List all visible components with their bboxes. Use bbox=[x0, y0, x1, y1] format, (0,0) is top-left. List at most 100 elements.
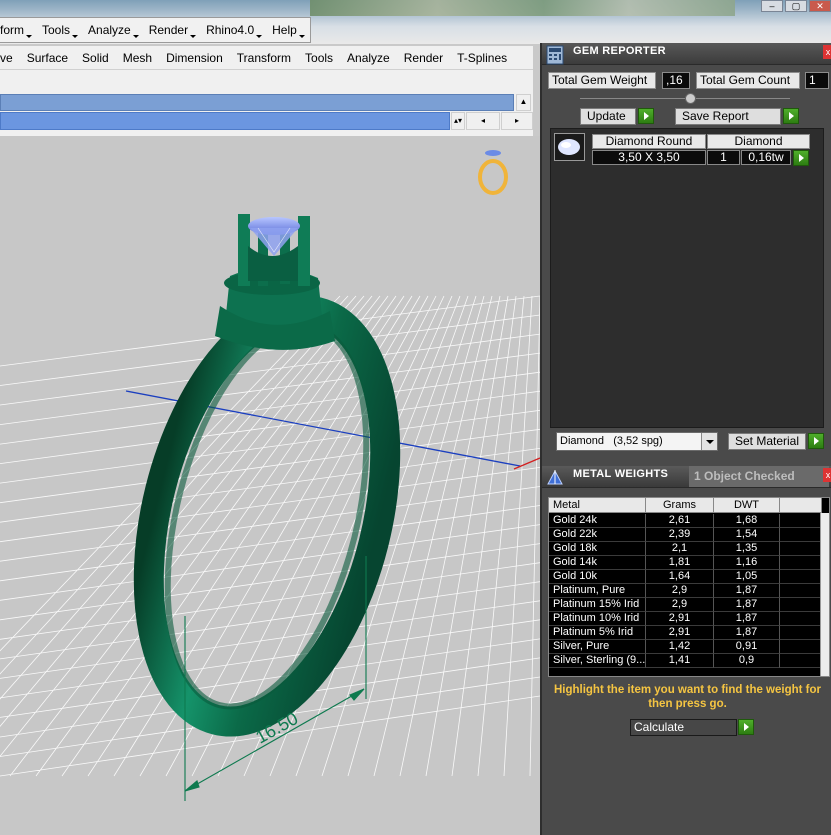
metal-name: Gold 14k bbox=[549, 556, 646, 570]
metal-weights-title: METAL WEIGHTS bbox=[573, 468, 669, 480]
menu-analyze-2[interactable]: Analyze bbox=[340, 51, 397, 65]
set-material-button[interactable]: Set Material bbox=[728, 433, 806, 450]
menu-tools[interactable]: Tools bbox=[36, 23, 82, 38]
menu-render[interactable]: Render bbox=[143, 23, 200, 38]
metal-extra-cell bbox=[780, 570, 822, 584]
metal-name: Gold 10k bbox=[549, 570, 646, 584]
menu-help[interactable]: Help bbox=[266, 23, 309, 38]
metal-grams: 2,91 bbox=[646, 612, 714, 626]
rhino-menu-bar: ve Surface Solid Mesh Dimension Transfor… bbox=[0, 46, 533, 70]
menu-surface[interactable]: Surface bbox=[20, 51, 75, 65]
metal-extra-cell bbox=[780, 640, 822, 654]
menu-form[interactable]: form bbox=[0, 23, 36, 38]
table-row[interactable]: Gold 10k 1,64 1,05 bbox=[549, 570, 822, 584]
table-row[interactable]: Gold 22k 2,39 1,54 bbox=[549, 528, 822, 542]
plugin-menu-bar: form Tools Analyze Render Rhino4.0 Help bbox=[0, 17, 311, 43]
gem-gizmo-icon[interactable] bbox=[478, 150, 508, 195]
spinner-icon[interactable]: ▴▾ bbox=[451, 112, 465, 130]
scroll-left-icon[interactable]: ◂ bbox=[466, 112, 500, 130]
column-header-metal[interactable]: Metal bbox=[549, 498, 646, 513]
metal-name: Platinum 15% Irid bbox=[549, 598, 646, 612]
metal-dwt: 0,9 bbox=[714, 654, 780, 668]
metal-table-scrollbar[interactable] bbox=[820, 513, 829, 676]
minimize-icon[interactable]: – bbox=[761, 0, 783, 12]
metal-grams: 2,9 bbox=[646, 598, 714, 612]
metal-grams: 1,42 bbox=[646, 640, 714, 654]
update-go-icon[interactable] bbox=[638, 108, 654, 124]
command-history-scroll[interactable]: ▲ bbox=[516, 94, 531, 111]
close-window-icon[interactable]: ✕ bbox=[809, 0, 831, 12]
gem-weight: 0,16tw bbox=[741, 150, 791, 165]
menu-transform[interactable]: Transform bbox=[230, 51, 298, 65]
gem-reporter-close-icon[interactable]: x bbox=[823, 45, 831, 59]
calculate-dropdown[interactable]: Calculate bbox=[630, 719, 737, 736]
column-header-blank bbox=[780, 498, 822, 513]
table-row[interactable]: Silver, Sterling (9... 1,41 0,9 bbox=[549, 654, 822, 668]
menu-t-splines[interactable]: T-Splines bbox=[450, 51, 514, 65]
material-dropdown-value: Diamond (3,52 spg) bbox=[560, 435, 663, 447]
metal-grams: 1,64 bbox=[646, 570, 714, 584]
menu-mesh[interactable]: Mesh bbox=[116, 51, 159, 65]
table-row[interactable]: Platinum 15% Irid 2,9 1,87 bbox=[549, 598, 822, 612]
gem-row-go-icon[interactable] bbox=[793, 150, 809, 166]
perspective-viewport[interactable]: 16.50 bbox=[0, 136, 540, 835]
menu-analyze[interactable]: Analyze bbox=[82, 23, 143, 38]
scroll-right-icon[interactable]: ▸ bbox=[501, 112, 533, 130]
viewport-scene: 16.50 bbox=[0, 150, 540, 801]
metal-grams: 1,41 bbox=[646, 654, 714, 668]
table-row[interactable]: Gold 24k 2,61 1,68 bbox=[549, 514, 822, 528]
metal-grams: 2,61 bbox=[646, 514, 714, 528]
metal-extra-cell bbox=[780, 598, 822, 612]
gem-list: Diamond Round Diamond 3,50 X 3,50 1 0,16… bbox=[550, 128, 824, 428]
update-button[interactable]: Update bbox=[580, 108, 636, 125]
restore-icon[interactable]: ▢ bbox=[785, 0, 807, 12]
command-prompt[interactable] bbox=[0, 112, 450, 130]
collapse-handle-icon[interactable] bbox=[685, 93, 696, 104]
metal-name: Gold 22k bbox=[549, 528, 646, 542]
metal-dwt: 1,87 bbox=[714, 626, 780, 640]
table-row[interactable]: Platinum 10% Irid 2,91 1,87 bbox=[549, 612, 822, 626]
column-header-dwt[interactable]: DWT bbox=[714, 498, 780, 513]
command-history[interactable] bbox=[0, 94, 514, 111]
save-report-go-icon[interactable] bbox=[783, 108, 799, 124]
instruction-text: Highlight the item you want to find the … bbox=[553, 684, 822, 710]
material-dropdown[interactable]: Diamond (3,52 spg) bbox=[556, 432, 718, 451]
metal-extra-cell bbox=[780, 626, 822, 640]
metal-name: Silver, Pure bbox=[549, 640, 646, 654]
desktop-background-strip bbox=[310, 0, 735, 16]
metal-name: Platinum 5% Irid bbox=[549, 626, 646, 640]
set-material-go-icon[interactable] bbox=[808, 433, 824, 449]
calculator-icon bbox=[546, 45, 564, 65]
gem-material: Diamond bbox=[707, 134, 810, 149]
table-row[interactable]: Gold 14k 1,81 1,16 bbox=[549, 556, 822, 570]
gem-reporter-header: GEM REPORTER x bbox=[542, 43, 831, 65]
chevron-down-icon[interactable] bbox=[701, 433, 717, 450]
table-row[interactable]: Platinum, Pure 2,9 1,87 bbox=[549, 584, 822, 598]
menu-dimension[interactable]: Dimension bbox=[159, 51, 230, 65]
metal-extra-cell bbox=[780, 612, 822, 626]
command-prompt-controls: ▴▾ ◂ ▸ bbox=[451, 112, 533, 130]
gem-count: 1 bbox=[707, 150, 740, 165]
menu-rhino40[interactable]: Rhino4.0 bbox=[200, 23, 266, 38]
table-row[interactable]: Silver, Pure 1,42 0,91 bbox=[549, 640, 822, 654]
metal-dwt: 1,87 bbox=[714, 598, 780, 612]
column-header-grams[interactable]: Grams bbox=[646, 498, 714, 513]
calculate-go-icon[interactable] bbox=[738, 719, 754, 735]
table-row[interactable]: Platinum 5% Irid 2,91 1,87 bbox=[549, 626, 822, 640]
table-row[interactable]: Gold 18k 2,1 1,35 bbox=[549, 542, 822, 556]
save-report-button[interactable]: Save Report bbox=[675, 108, 781, 125]
round-diamond-icon[interactable] bbox=[554, 133, 585, 161]
metal-weights-close-icon[interactable]: x bbox=[823, 468, 831, 482]
menu-solid[interactable]: Solid bbox=[75, 51, 116, 65]
menu-render-2[interactable]: Render bbox=[397, 51, 450, 65]
metal-dwt: 1,54 bbox=[714, 528, 780, 542]
metal-dwt: 1,35 bbox=[714, 542, 780, 556]
metal-grams: 2,91 bbox=[646, 626, 714, 640]
metal-name: Platinum 10% Irid bbox=[549, 612, 646, 626]
metal-extra-cell bbox=[780, 542, 822, 556]
metal-grams: 2,1 bbox=[646, 542, 714, 556]
metal-weights-header: METAL WEIGHTS 1 Object Checked x bbox=[542, 466, 831, 488]
menu-curve[interactable]: ve bbox=[0, 51, 20, 65]
menu-tools-2[interactable]: Tools bbox=[298, 51, 340, 65]
command-area: ▲ ▴▾ ◂ ▸ bbox=[0, 70, 533, 136]
